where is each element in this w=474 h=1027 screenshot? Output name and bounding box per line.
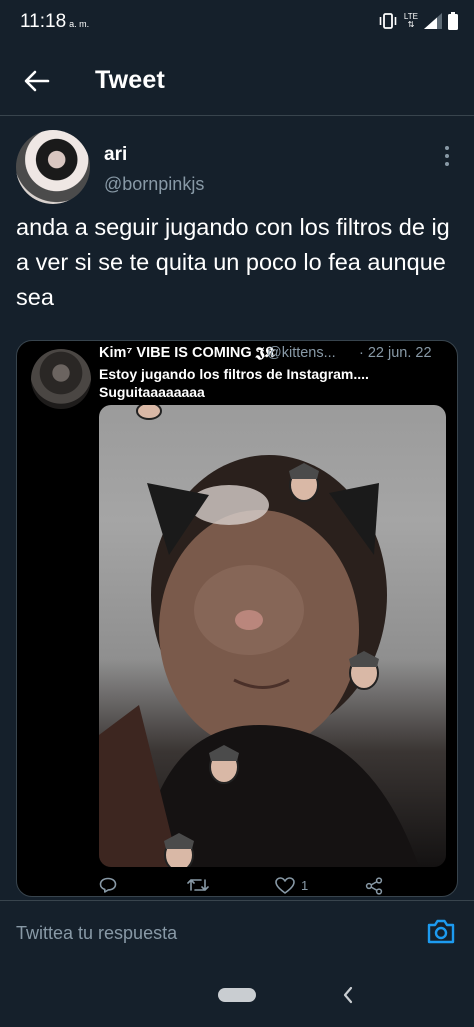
quoted-tweet[interactable]: Kim⁷ VIBE IS COMING 𝕵𝕶 @kittens... · 22 … bbox=[16, 340, 458, 897]
quoted-tweet-photo[interactable] bbox=[99, 405, 446, 867]
quoted-tweet-text: Estoy jugando los filtros de Instagram..… bbox=[99, 366, 369, 400]
heart-icon bbox=[275, 877, 295, 894]
quoted-author-name: Kim⁷ VIBE IS COMING 𝕵𝕶 bbox=[99, 345, 275, 361]
like-count: 1 bbox=[301, 878, 309, 893]
quoted-tweet-actions: 1 bbox=[99, 877, 399, 896]
retweet-action[interactable] bbox=[187, 877, 215, 893]
share-action[interactable] bbox=[365, 877, 383, 895]
system-nav-bar bbox=[0, 962, 474, 1027]
share-icon bbox=[365, 877, 383, 895]
battery-icon bbox=[448, 12, 458, 30]
lte-arrows: ⇅ bbox=[407, 20, 415, 29]
like-action[interactable]: 1 bbox=[275, 877, 308, 894]
more-options-icon[interactable] bbox=[442, 144, 452, 168]
author-avatar[interactable] bbox=[16, 130, 90, 204]
camera-icon[interactable] bbox=[426, 917, 456, 945]
reply-action[interactable] bbox=[99, 877, 123, 893]
tweet-header: Tweet bbox=[0, 44, 474, 116]
chevron-left-icon[interactable] bbox=[340, 984, 356, 1006]
quoted-tweet-date: · 22 jun. 22 bbox=[359, 345, 432, 361]
status-clock: 11:18 a. m. bbox=[20, 11, 89, 33]
vibrate-icon bbox=[379, 13, 397, 29]
author-handle[interactable]: @bornpinkjs bbox=[104, 174, 204, 195]
quoted-author-avatar bbox=[31, 349, 91, 409]
reply-bar bbox=[0, 900, 474, 962]
lte-icon: LTE ⇅ bbox=[404, 13, 418, 29]
status-time: 11:18 bbox=[20, 11, 67, 32]
back-button[interactable] bbox=[20, 66, 54, 96]
signal-icon bbox=[424, 13, 442, 29]
arrow-left-icon bbox=[24, 70, 50, 92]
home-gesture-pill[interactable] bbox=[218, 988, 256, 1002]
author-display-name[interactable]: ari bbox=[104, 144, 127, 166]
retweet-icon bbox=[187, 879, 209, 891]
reply-icon bbox=[99, 877, 117, 893]
tweet-author: ari @bornpinkjs bbox=[16, 130, 458, 206]
status-bar: 11:18 a. m. LTE ⇅ bbox=[0, 0, 474, 44]
reply-input[interactable] bbox=[16, 919, 396, 947]
page-title: Tweet bbox=[95, 66, 165, 94]
status-ampm: a. m. bbox=[69, 19, 90, 29]
status-icons: LTE ⇅ bbox=[378, 12, 458, 30]
quoted-author-handle: @kittens... bbox=[267, 345, 336, 361]
tweet-text: anda a seguir jugando con los filtros de… bbox=[16, 214, 450, 310]
selfie-photo-image bbox=[99, 405, 419, 867]
